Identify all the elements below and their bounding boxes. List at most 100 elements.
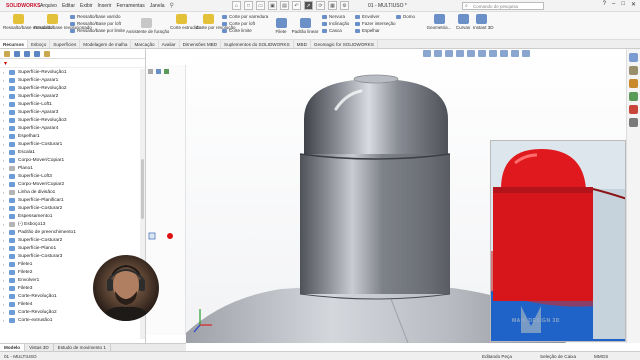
tab-suplementos[interactable]: Suplementos do SOLIDWORKS <box>221 40 294 48</box>
tab-superficies[interactable]: Superfícies <box>50 40 81 48</box>
save-icon[interactable]: ▣ <box>268 1 277 10</box>
mirror-button[interactable]: Espelhar <box>355 28 380 34</box>
rib-button[interactable]: Nervura <box>322 14 345 20</box>
tree-item[interactable]: › Corpo-Mover/Copiar1 <box>3 156 145 164</box>
tab-geomagic[interactable]: Geomagic for SOLIDWORKS <box>311 40 378 48</box>
display-style-icon[interactable] <box>478 50 486 57</box>
scrollbar-thumb[interactable] <box>141 159 144 219</box>
intersect-button[interactable]: Fazer interseção <box>355 21 396 27</box>
tree-item[interactable]: › Escala1 <box>3 148 145 156</box>
tab-vistas-3d[interactable]: Vistas 3D <box>25 344 54 351</box>
revolved-cut-button[interactable]: Corte por revolução <box>196 14 236 30</box>
draft-button[interactable]: Inclinação <box>322 21 349 27</box>
strip-icon-2[interactable] <box>156 69 161 74</box>
tree-item[interactable]: › Plano1 <box>3 164 145 172</box>
search-input[interactable]: ⌕ Comando de pesquisa <box>462 2 544 10</box>
tab-modelagem-malha[interactable]: Modelagem de malha <box>80 40 132 48</box>
menu-janela[interactable]: Janela <box>150 3 165 9</box>
scenes-icon[interactable] <box>511 50 519 57</box>
file-explorer-icon[interactable] <box>629 79 638 88</box>
tree-item[interactable]: › Superfície-Aparar4 <box>3 124 145 132</box>
tree-item[interactable]: › Espessamento1 <box>3 212 145 220</box>
edit-appearance-icon[interactable] <box>500 50 508 57</box>
status-selection-mode[interactable]: Seleção de Caixa <box>540 354 576 359</box>
tree-item[interactable]: › Superfície-Aparar3 <box>3 108 145 116</box>
tab-motion-study[interactable]: Estudo de movimento 1 <box>54 344 111 351</box>
close-button[interactable]: ✕ <box>631 1 636 8</box>
tree-item[interactable]: › Espelhar1 <box>3 132 145 140</box>
tree-item[interactable]: › Superfície-Plano1 <box>3 244 145 252</box>
print-icon[interactable]: ▤ <box>280 1 289 10</box>
home-icon[interactable]: ⌂ <box>232 1 241 10</box>
tree-filter[interactable]: ▾ <box>0 59 145 68</box>
options-gear-icon[interactable]: ⚙ <box>340 1 349 10</box>
menu-inserir[interactable]: Inserir <box>98 3 112 9</box>
linear-pattern-button[interactable]: Padrão linear <box>290 18 320 34</box>
design-library-icon[interactable] <box>629 66 638 75</box>
undo-icon[interactable]: ↶ <box>292 1 301 10</box>
section-view-icon[interactable] <box>456 50 464 57</box>
file-props-icon[interactable]: ▦ <box>328 1 337 10</box>
tree-item[interactable]: › Padrão de preenchimento1 <box>3 228 145 236</box>
display-manager-tab-icon[interactable] <box>44 51 50 57</box>
dome-button[interactable]: Domo <box>396 14 415 20</box>
curves-button[interactable]: Curvas <box>455 14 471 30</box>
instant3d-button[interactable]: Instant 3D <box>473 14 494 30</box>
zoom-fit-icon[interactable] <box>423 50 431 57</box>
tree-item[interactable]: › Superfície-Aparar1 <box>3 76 145 84</box>
view-settings-icon[interactable] <box>522 50 530 57</box>
menu-ferramentas[interactable]: Ferramentas <box>116 3 144 9</box>
menu-editar[interactable]: Editar <box>62 3 75 9</box>
lofted-boss-button[interactable]: Ressalto/Base por loft <box>70 21 121 27</box>
menu-arquivo[interactable]: Arquivo <box>40 3 57 9</box>
configuration-manager-tab-icon[interactable] <box>24 51 30 57</box>
property-manager-tab-icon[interactable] <box>14 51 20 57</box>
tree-item[interactable]: › (-) Esboço13 <box>3 220 145 228</box>
appearance-icon[interactable] <box>167 233 173 239</box>
strip-icon-3[interactable] <box>164 69 169 74</box>
revolved-boss-button[interactable]: Ressalto/base revolucionado <box>34 14 92 30</box>
strip-icon-4[interactable] <box>148 232 156 240</box>
feature-manager-tab-icon[interactable] <box>4 51 10 57</box>
tree-item[interactable]: › Linha de divisão1 <box>3 188 145 196</box>
tree-item[interactable]: › Superfície-Costurar2 <box>3 236 145 244</box>
zoom-area-icon[interactable] <box>434 50 442 57</box>
tab-esboco[interactable]: Esboço <box>28 40 51 48</box>
boundary-cut-button[interactable]: Corte limite <box>222 28 252 34</box>
tab-recursos[interactable]: Recursos <box>0 40 28 48</box>
extruded-boss-button[interactable]: Ressalto/base extrudado <box>3 14 53 30</box>
help-icon[interactable]: ? <box>603 1 606 8</box>
wrap-button[interactable]: Envolver <box>355 14 380 20</box>
select-arrow-icon[interactable]: ➚ <box>304 1 313 10</box>
solidworks-resources-icon[interactable] <box>629 53 638 62</box>
new-file-icon[interactable]: □ <box>244 1 253 10</box>
tree-item[interactable]: › Superfície-Costurar2 <box>3 204 145 212</box>
tree-item[interactable]: › Superfície-Loft1 <box>3 100 145 108</box>
custom-properties-icon[interactable] <box>629 118 638 127</box>
tree-item[interactable]: › Superfície-Costurar1 <box>3 140 145 148</box>
shell-button[interactable]: Casca <box>322 28 342 34</box>
view-orientation-icon[interactable] <box>467 50 475 57</box>
tree-item[interactable]: › Superfície-Revolução2 <box>3 84 145 92</box>
minimize-button[interactable]: – <box>612 1 615 8</box>
swept-cut-button[interactable]: Corte por varredura <box>222 14 268 20</box>
tab-modelo[interactable]: Modelo <box>0 344 26 351</box>
tab-mbd[interactable]: MBD <box>294 40 311 48</box>
previous-view-icon[interactable] <box>445 50 453 57</box>
hole-wizard-button[interactable]: Assistente de furação <box>126 18 169 34</box>
lofted-cut-button[interactable]: Corte por loft <box>222 21 255 27</box>
tab-avaliar[interactable]: Avaliar <box>159 40 180 48</box>
maximize-button[interactable]: □ <box>621 1 625 8</box>
tree-item[interactable]: › Superfície-Planificar1 <box>3 196 145 204</box>
fillet-button[interactable]: Filete <box>273 18 289 34</box>
extruded-cut-button[interactable]: Corte extrudido <box>170 14 201 30</box>
strip-icon-1[interactable] <box>148 69 153 74</box>
pin-icon[interactable]: ⚲ <box>170 2 174 9</box>
tree-item[interactable]: › Superfície-Aparar2 <box>3 92 145 100</box>
tree-item[interactable]: › Superfície-Loft3 <box>3 172 145 180</box>
dimxpert-tab-icon[interactable] <box>34 51 40 57</box>
status-units[interactable]: MMGS <box>594 354 608 359</box>
rebuild-icon[interactable]: ⟳ <box>316 1 325 10</box>
hide-show-icon[interactable] <box>489 50 497 57</box>
boundary-boss-button[interactable]: Ressalto/base por limite <box>70 28 125 34</box>
